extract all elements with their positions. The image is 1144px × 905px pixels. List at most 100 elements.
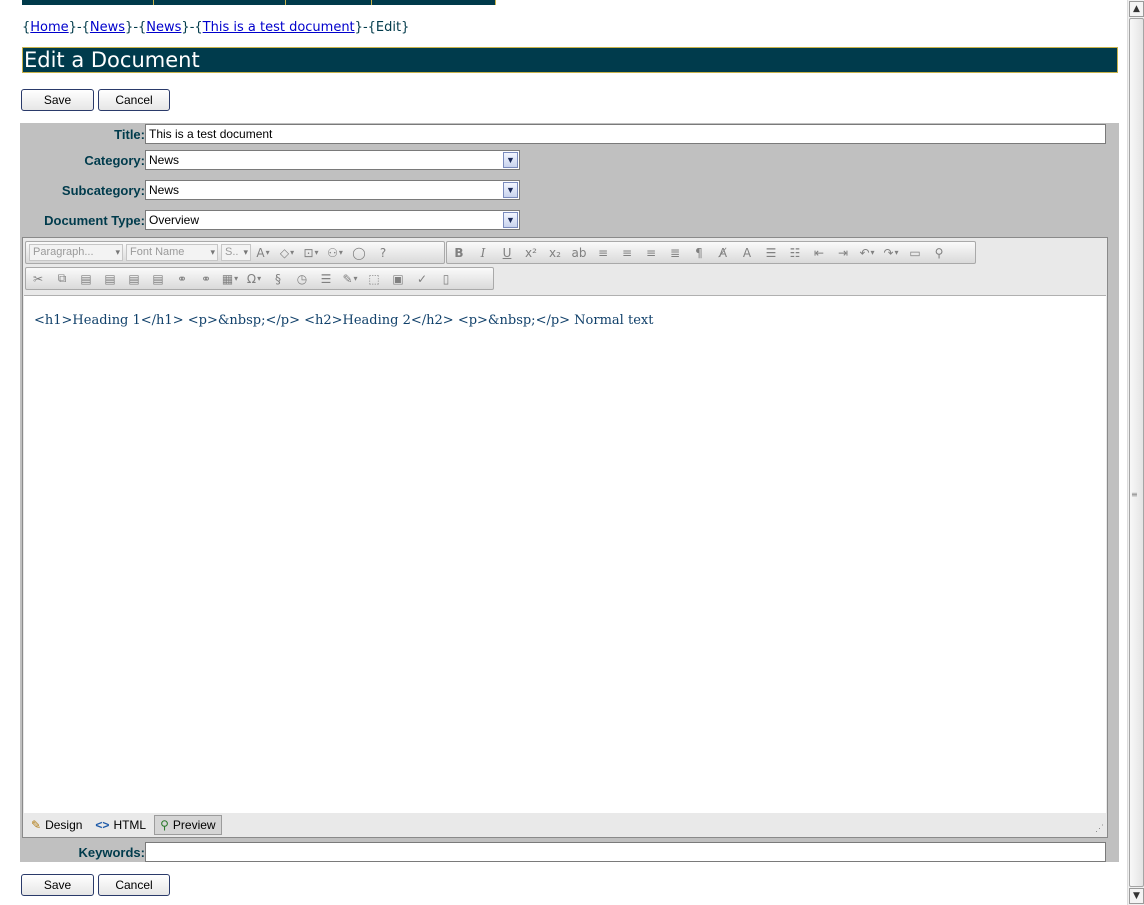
paste-text-icon[interactable]: ▤ [100,270,120,288]
superscript-icon[interactable]: x² [521,244,541,262]
top-nav-tab[interactable] [22,0,154,5]
spellcheck-icon[interactable]: ✓ [412,270,432,288]
breadcrumb-current: Edit [375,20,402,35]
save-button-bottom[interactable]: Save [21,874,94,896]
undo-icon[interactable]: ↶ [857,244,877,262]
cancel-button-bottom[interactable]: Cancel [98,874,170,896]
clear-format-icon[interactable]: A̸ [713,244,733,262]
align-right-icon[interactable]: ≡ [641,244,661,262]
breadcrumb-document[interactable]: This is a test document [203,20,355,35]
top-nav [22,0,496,5]
cut-icon[interactable]: ✂ [28,270,48,288]
copy-icon[interactable]: ⧉ [52,270,72,288]
redo-icon[interactable]: ↷ [881,244,901,262]
keywords-input[interactable] [145,842,1106,862]
outdent-icon[interactable]: ⇤ [809,244,829,262]
image-icon[interactable]: ▣ [388,270,408,288]
edit-pencil-icon[interactable]: ✎ [340,270,360,288]
toolbar-insert: ✂ ⧉ ▤ ▤ ▤ ▤ ⚭ ⚭ ▦ Ω § ◷ ☰ ✎ ⬚ ▣ ✓ ▯ [25,267,494,290]
editor-mode-bar: ✎ Design <> HTML ⚲ Preview ⋰ [23,813,1107,837]
find-icon[interactable]: ⚲ [929,244,949,262]
pencil-icon: ✎ [31,818,42,832]
toolbar-style: B I U x² x₂ ab ≡ ≡ ≡ ≣ ¶ A̸ A ☰ ☷ ⇤ ⇥ ↶ … [446,241,976,264]
cancel-button-top[interactable]: Cancel [98,89,170,111]
paragraph-mark-icon[interactable]: ¶ [689,244,709,262]
chevron-down-icon[interactable]: ▼ [503,212,518,228]
paste-word-icon[interactable]: ▤ [124,270,144,288]
ordered-list-icon[interactable]: ☰ [761,244,781,262]
indent-icon[interactable]: ⇥ [833,244,853,262]
scrollbar-thumb[interactable] [1129,18,1144,887]
clock-icon[interactable]: ◷ [292,270,312,288]
top-nav-tab[interactable] [286,0,372,5]
toolbar-format: Paragraph... Font Name S.. A ◇ ⊡ ⚇ ◯ ? [25,241,445,264]
mode-preview[interactable]: ⚲ Preview [154,815,222,835]
breadcrumb-home[interactable]: Home [30,20,68,35]
top-nav-tab[interactable] [372,0,496,5]
code-icon: <> [95,818,110,832]
link-icon[interactable]: ⚇ [325,244,345,262]
omega-icon[interactable]: Ω [244,270,264,288]
breadcrumb-news[interactable]: News [90,20,125,35]
page-scrollbar[interactable]: ▲ ≡ ▼ [1127,0,1144,905]
page-title: Edit a Document [22,47,1118,73]
strikethrough-icon[interactable]: ab [569,244,589,262]
insert-link-icon[interactable]: ⚭ [172,270,192,288]
category-select[interactable]: News ▼ [145,150,520,170]
subscript-icon[interactable]: x₂ [545,244,565,262]
underline-icon[interactable]: U [497,244,517,262]
align-left-icon[interactable]: ≡ [593,244,613,262]
table-icon[interactable]: ▦ [220,270,240,288]
highlight-color-icon[interactable]: ◇ [277,244,297,262]
symbol-icon[interactable]: § [268,270,288,288]
italic-icon[interactable]: I [473,244,493,262]
remove-link-icon[interactable]: ⚭ [196,270,216,288]
paste-icon[interactable]: ▤ [76,270,96,288]
mode-html-label: HTML [113,818,147,832]
title-input[interactable]: This is a test document [145,124,1106,144]
breadcrumb: {Home}-{News}-{News}-{This is a test doc… [22,20,410,35]
doctype-value: Overview [149,213,200,227]
align-center-icon[interactable]: ≡ [617,244,637,262]
chevron-down-icon[interactable]: ▼ [503,182,518,198]
font-name-dropdown[interactable]: Font Name [126,244,218,261]
mode-design[interactable]: ✎ Design [26,815,87,835]
font-size-dropdown[interactable]: S.. [221,244,251,261]
save-button-top[interactable]: Save [21,89,94,111]
mode-preview-label: Preview [172,818,216,832]
mode-design-label: Design [45,818,83,832]
magnifier-icon: ⚲ [160,818,169,832]
subcategory-value: News [149,183,180,197]
justify-icon[interactable]: ≣ [665,244,685,262]
comment-icon[interactable]: ◯ [349,244,369,262]
scroll-up-icon[interactable]: ▲ [1129,1,1144,17]
chevron-down-icon[interactable]: ▼ [503,152,518,168]
doctype-select[interactable]: Overview ▼ [145,210,520,230]
scroll-down-icon[interactable]: ▼ [1129,888,1144,904]
resize-grip-icon[interactable]: ⋰ [1095,823,1104,834]
paragraph-icon[interactable]: ☰ [316,270,336,288]
help-icon[interactable]: ? [373,244,393,262]
subcategory-label: Subcategory: [61,183,145,198]
editor-content-area[interactable]: <h1>Heading 1</h1> <p>&nbsp;</p> <h2>Hea… [24,295,1106,813]
rich-text-editor: Paragraph... Font Name S.. A ◇ ⊡ ⚇ ◯ ? B… [22,237,1108,838]
doctype-label: Document Type: [44,213,145,228]
mode-html[interactable]: <> HTML [90,815,151,835]
paragraph-dropdown[interactable]: Paragraph... [29,244,123,261]
horizontal-rule-icon[interactable]: ▭ [905,244,925,262]
print-icon[interactable]: ▯ [436,270,456,288]
category-value: News [149,153,180,167]
subcategory-select[interactable]: News ▼ [145,180,520,200]
title-label: Title: [114,127,145,142]
format-stripper-icon[interactable]: A [737,244,757,262]
bold-icon[interactable]: B [449,244,469,262]
top-nav-tab[interactable] [154,0,286,5]
font-color-icon[interactable]: A [253,244,273,262]
keywords-label: Keywords: [78,845,145,860]
snippet-icon[interactable]: ⊡ [301,244,321,262]
breadcrumb-news-sub[interactable]: News [146,20,181,35]
unordered-list-icon[interactable]: ☷ [785,244,805,262]
select-all-icon[interactable]: ⬚ [364,270,384,288]
category-label: Category: [84,153,145,168]
paste-html-icon[interactable]: ▤ [148,270,168,288]
